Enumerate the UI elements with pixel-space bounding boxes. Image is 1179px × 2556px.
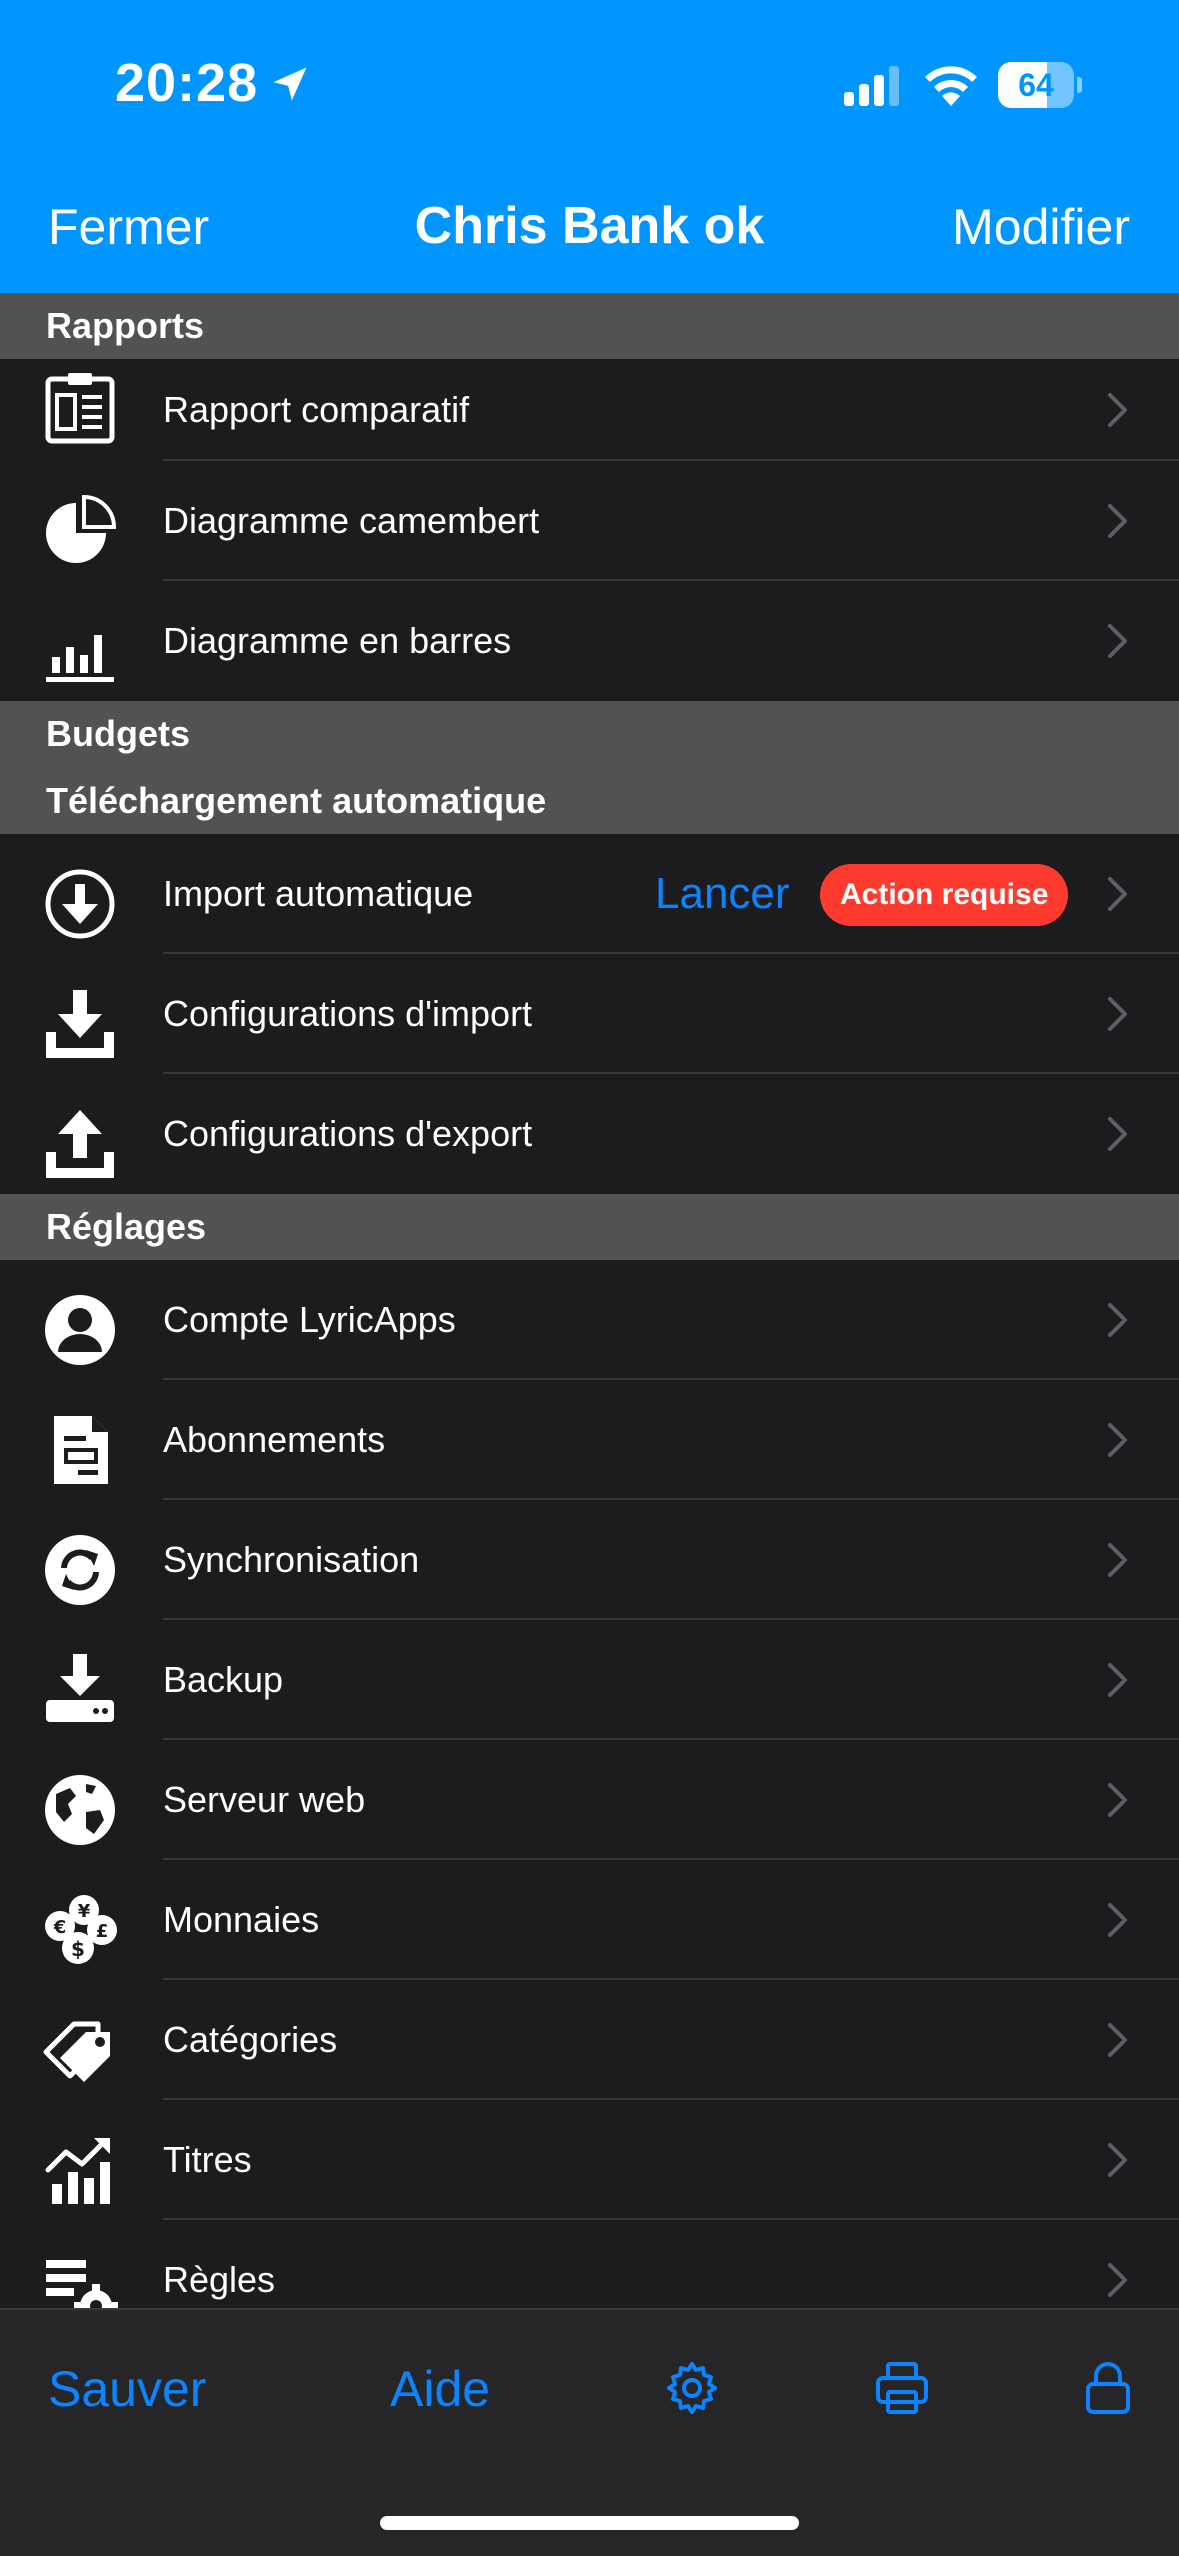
list-item-label: Configurations d'import <box>163 993 533 1034</box>
gear-icon[interactable] <box>662 2358 722 2418</box>
list-item-label: Abonnements <box>163 1419 386 1460</box>
chevron-right-icon <box>1108 2143 1127 2177</box>
chevron-right-icon <box>1108 2263 1127 2297</box>
list-item-categories[interactable]: Catégories <box>0 1980 1179 2100</box>
list-item-diagramme-camembert[interactable]: Diagramme camembert <box>0 461 1179 581</box>
svg-text:€: € <box>53 1917 67 1938</box>
wifi-icon <box>925 66 977 106</box>
list-item-backup[interactable]: Backup <box>0 1620 1179 1740</box>
top-bar: 20:28 64 Fermer Chris Bank ok Modifier <box>0 0 1179 293</box>
chevron-right-icon <box>1108 1423 1127 1457</box>
clipboard-report-icon <box>45 373 115 444</box>
section-header-rapports: Rapports <box>0 293 1179 359</box>
list-item-label: Compte LyricApps <box>163 1299 456 1340</box>
chevron-right-icon <box>1108 1663 1127 1697</box>
list-item-label: Diagramme camembert <box>163 500 540 541</box>
chevron-right-icon <box>1108 997 1127 1031</box>
location-arrow-icon <box>273 67 307 101</box>
list-item-monnaies[interactable]: € ¥ £ $ Monnaies <box>0 1860 1179 1980</box>
save-button[interactable]: Sauver <box>48 2360 206 2418</box>
settings-list[interactable]: Rapports Rapport comparatif Diagramme ca… <box>0 293 1179 2308</box>
list-item-label: Diagramme en barres <box>163 620 512 661</box>
chevron-right-icon <box>1108 624 1127 658</box>
chevron-right-icon <box>1108 2023 1127 2057</box>
section-header-budgets: Budgets <box>0 701 1179 767</box>
stocks-chart-icon <box>45 2138 110 2204</box>
list-item-label: Synchronisation <box>163 1539 420 1580</box>
currencies-icon: € ¥ £ $ <box>45 1895 117 1964</box>
list-item-label: Import automatique <box>163 873 474 914</box>
list-item-titres[interactable]: Titres <box>0 2100 1179 2220</box>
list-item-regles[interactable]: Règles <box>0 2220 1179 2308</box>
svg-text:$: $ <box>71 1937 85 1961</box>
svg-text:¥: ¥ <box>78 1901 91 1922</box>
list-item-configurations-import[interactable]: Configurations d'import <box>0 954 1179 1074</box>
user-account-icon <box>45 1295 115 1365</box>
list-item-label: Monnaies <box>163 1899 320 1940</box>
section-header-reglages: Réglages <box>0 1194 1179 1260</box>
list-item-diagramme-barres[interactable]: Diagramme en barres <box>0 581 1179 701</box>
list-item-rapport-comparatif[interactable]: Rapport comparatif <box>0 359 1179 461</box>
subscription-document-icon <box>54 1416 108 1484</box>
edit-button[interactable]: Modifier <box>952 198 1130 256</box>
list-item-compte-lyricapps[interactable]: Compte LyricApps <box>0 1260 1179 1380</box>
list-item-label: Titres <box>163 2139 252 2180</box>
list-item-label: Backup <box>163 1659 284 1700</box>
list-item-label: Rapport comparatif <box>163 389 470 430</box>
chevron-right-icon <box>1108 1303 1127 1337</box>
download-circle-icon <box>45 869 115 939</box>
action-required-badge: Action requise <box>820 864 1069 926</box>
help-button[interactable]: Aide <box>390 2360 490 2418</box>
chevron-right-icon <box>1108 1117 1127 1151</box>
list-item-label: Serveur web <box>163 1779 366 1820</box>
cellular-signal-icon <box>844 66 899 106</box>
launch-button[interactable]: Lancer <box>655 834 790 954</box>
home-indicator <box>380 2516 799 2530</box>
bar-chart-icon <box>46 635 114 682</box>
export-tray-icon <box>46 1110 114 1178</box>
list-item-synchronisation[interactable]: Synchronisation <box>0 1500 1179 1620</box>
rules-gear-icon <box>46 2260 118 2308</box>
list-item-label: Règles <box>163 2259 276 2300</box>
list-item-configurations-export[interactable]: Configurations d'export <box>0 1074 1179 1194</box>
sync-icon <box>45 1535 115 1605</box>
pie-chart-icon <box>46 494 117 563</box>
list-item-label: Catégories <box>163 2019 338 2060</box>
printer-icon[interactable] <box>872 2358 932 2418</box>
import-tray-icon <box>46 990 114 1058</box>
section-header-telechargement: Téléchargement automatique <box>0 767 1179 834</box>
chevron-right-icon <box>1108 1543 1127 1577</box>
battery-icon: 64 <box>998 62 1082 108</box>
list-item-abonnements[interactable]: Abonnements <box>0 1380 1179 1500</box>
list-item-import-automatique[interactable]: Import automatique Lancer Action requise <box>0 834 1179 954</box>
globe-icon <box>45 1775 115 1845</box>
backup-drive-icon <box>46 1654 114 1722</box>
chevron-right-icon <box>1108 1783 1127 1817</box>
list-item-label: Configurations d'export <box>163 1113 533 1154</box>
chevron-right-icon <box>1108 393 1127 427</box>
tags-icon <box>43 2021 110 2082</box>
battery-percent: 64 <box>1018 67 1054 103</box>
lock-icon[interactable] <box>1078 2358 1138 2418</box>
svg-text:£: £ <box>96 1921 109 1942</box>
chevron-right-icon <box>1108 1903 1127 1937</box>
chevron-right-icon <box>1108 504 1127 538</box>
status-time: 20:28 <box>115 53 259 113</box>
chevron-right-icon <box>1108 877 1127 911</box>
list-item-serveur-web[interactable]: Serveur web <box>0 1740 1179 1860</box>
